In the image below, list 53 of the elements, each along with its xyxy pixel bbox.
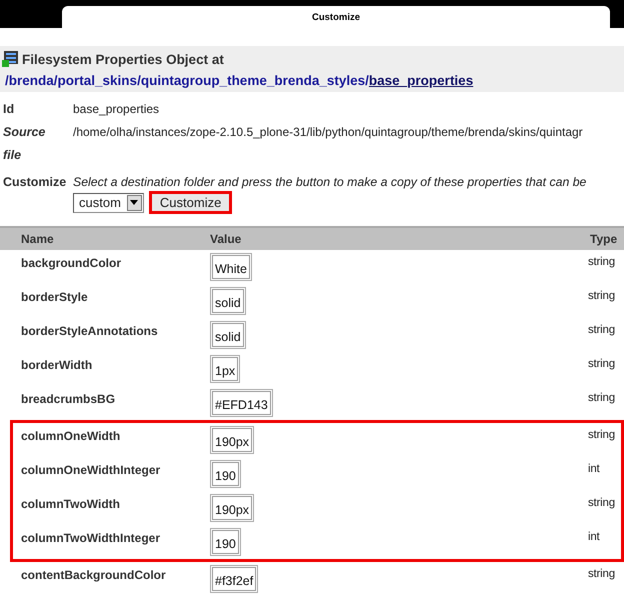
id-value: base_properties xyxy=(73,101,160,118)
source-path: /home/olha/instances/zope-2.10.5_plone-31/lib/python/quintagroup/theme/brenda/skins/quintagr xyxy=(73,124,584,141)
property-name: columnOneWidthInteger xyxy=(20,462,162,477)
property-name: borderStyle xyxy=(20,289,89,304)
source-label: Source xyxy=(3,124,46,141)
property-name: borderStyleAnnotations xyxy=(20,323,159,338)
column-header: Value xyxy=(210,232,242,246)
property-type: string xyxy=(588,255,615,268)
property-type: string xyxy=(588,357,615,370)
property-name: columnTwoWidth xyxy=(20,496,121,511)
breadcrumb-link[interactable]: portal_skins xyxy=(58,73,138,88)
breadcrumb-link[interactable]: base_properties xyxy=(368,73,474,88)
column-header: Type xyxy=(590,232,618,246)
path-separator: / xyxy=(137,73,141,88)
value-field[interactable]: solid xyxy=(210,321,246,349)
property-type: string xyxy=(588,323,615,336)
property-name: breadcrumbsBG xyxy=(20,391,116,406)
property-type: int xyxy=(588,462,600,475)
property-name: columnTwoWidthInteger xyxy=(20,530,161,545)
customize-hint: Select a destination folder and press the button to make a copy of these properties that can be xyxy=(73,175,586,189)
value-field[interactable]: White xyxy=(210,253,252,281)
property-name: borderWidth xyxy=(20,357,94,372)
value-field[interactable]: solid xyxy=(210,287,246,315)
property-name: columnOneWidth xyxy=(20,428,122,443)
folder-select[interactable]: custom xyxy=(73,192,144,212)
id-label: Id xyxy=(3,101,16,118)
value-field[interactable]: 190 xyxy=(210,528,241,556)
value-field[interactable]: 190 xyxy=(210,460,241,488)
customize-label: Customize xyxy=(3,174,68,191)
customize-tab[interactable]: Customize xyxy=(62,6,610,28)
value-field[interactable]: #f3f2ef xyxy=(210,565,258,593)
customize-button[interactable]: Customize xyxy=(148,191,232,214)
path-separator: / xyxy=(365,73,369,88)
properties-object-icon xyxy=(2,51,18,67)
page-title: Filesystem Properties Object at xyxy=(22,52,224,66)
value-field[interactable]: 190px xyxy=(210,426,254,454)
source-label: file xyxy=(3,147,22,164)
value-field[interactable]: 1px xyxy=(210,355,240,383)
column-header: Name xyxy=(20,232,55,246)
breadcrumb-link[interactable]: /brenda xyxy=(5,73,54,88)
property-type: string xyxy=(588,567,615,580)
property-type: string xyxy=(588,289,615,302)
value-field[interactable]: #EFD143 xyxy=(210,389,273,417)
breadcrumb-link[interactable]: quintagroup_theme_brenda_styles xyxy=(140,73,366,88)
property-type: string xyxy=(588,496,615,509)
value-field[interactable]: 190px xyxy=(210,494,254,522)
property-name: backgroundColor xyxy=(20,255,122,270)
property-type: string xyxy=(588,428,615,441)
property-name: contentBackgroundColor xyxy=(20,567,167,582)
dropdown-caret-icon xyxy=(130,200,138,205)
path-separator: / xyxy=(54,73,58,88)
property-type: int xyxy=(588,530,600,543)
property-type: string xyxy=(588,391,615,404)
